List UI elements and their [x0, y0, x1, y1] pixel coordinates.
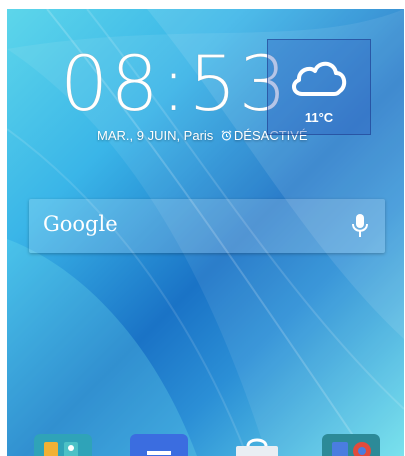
- app-icon-blue[interactable]: [130, 434, 188, 456]
- mic-icon[interactable]: [351, 213, 369, 239]
- google-search-bar[interactable]: Google: [29, 199, 385, 253]
- google-logo: Google: [43, 212, 118, 236]
- clock-time[interactable]: 08:53: [60, 43, 289, 124]
- home-screen: 08:53 MAR., 9 JUIN, Paris DÉSACTIVÉ 11°C…: [0, 0, 405, 456]
- alarm-icon: [221, 130, 232, 141]
- weather-widget[interactable]: 11°C: [267, 39, 371, 135]
- shopping-bag-icon: [236, 438, 278, 456]
- app-folder-2[interactable]: [322, 434, 380, 456]
- cloud-icon: [292, 61, 347, 96]
- app-folder-1[interactable]: [34, 434, 92, 456]
- temperature: 11°C: [304, 110, 334, 125]
- folder-icon: [44, 442, 78, 456]
- google-folder-icon: [332, 442, 371, 456]
- date-text: MAR., 9 JUIN, Paris: [97, 128, 214, 143]
- app-icon: [147, 451, 171, 455]
- play-store-icon[interactable]: [228, 434, 286, 456]
